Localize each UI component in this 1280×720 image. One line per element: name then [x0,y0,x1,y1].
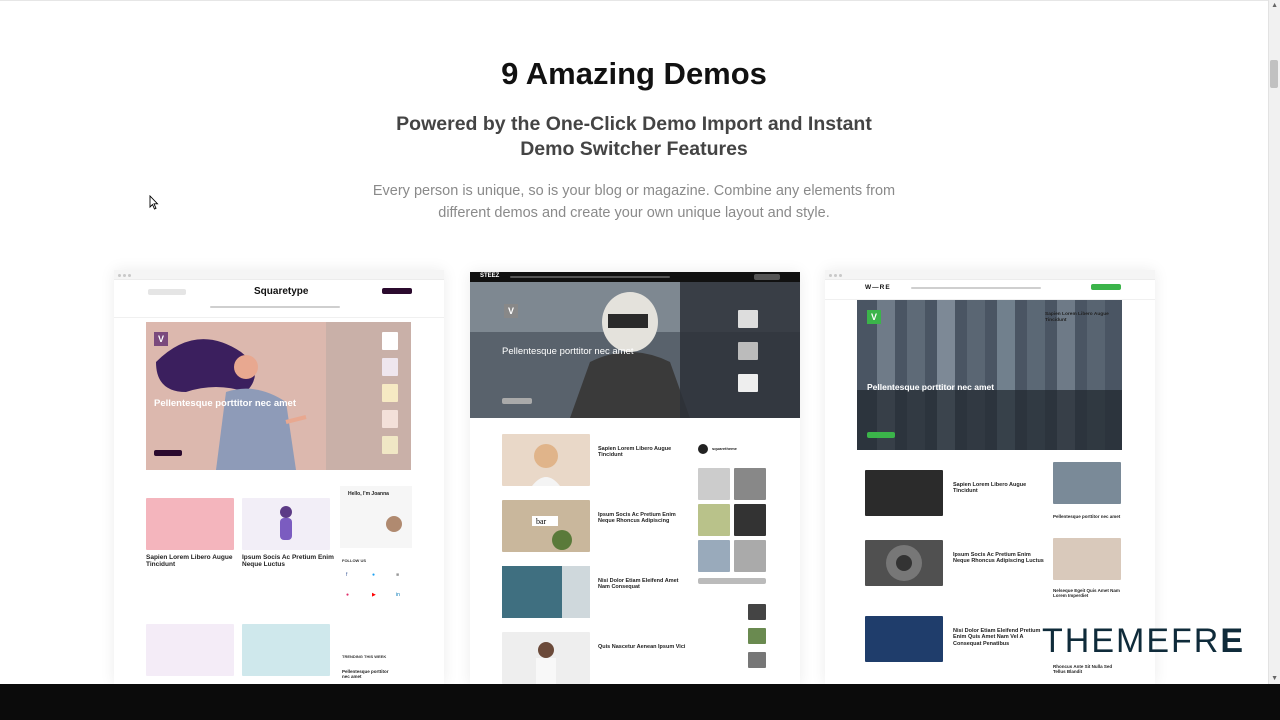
vertical-scrollbar[interactable]: ▲ ▼ [1268,0,1280,684]
mouse-cursor-icon [149,195,159,210]
hero-title[interactable]: Pellentesque porttitor nec amet [867,382,1037,392]
post-thumbnail[interactable]: bar [502,500,590,552]
post-title[interactable]: Quis Nascetur Aenean Ipsum Vici [598,644,690,650]
post-title[interactable]: Sapien Lorem Libero Augue Tincidunt [598,446,690,459]
hero-side-list [326,322,411,470]
side-post-title[interactable]: Pellentesque porttitor nec amet [1053,514,1123,519]
profile-name: squaretheme [712,446,737,451]
post-thumbnail[interactable] [502,566,590,618]
post-thumbnail[interactable] [1053,538,1121,580]
section-description: Every person is unique, so is your blog … [372,183,896,221]
side-post-title[interactable]: Sapien Lorem Libero Augue Tincidunt [1045,312,1125,323]
post-thumbnail[interactable] [146,624,234,676]
trending-label: TRENDING THIS WEEK [342,654,387,659]
browser-chrome [114,270,444,280]
scroll-up-icon[interactable]: ▲ [1271,2,1278,9]
post-thumbnail[interactable] [146,498,234,550]
side-post-title[interactable]: Nelseque Egeit Quis Amet Nam Lorem Imper… [1053,588,1123,598]
section-subtitle: Powered by the One-Click Demo Import and… [396,113,872,160]
hero-illustration [146,322,326,470]
subscribe-button[interactable] [382,288,412,294]
subscribe-button[interactable] [754,274,780,280]
avatar [698,444,708,454]
post-thumbnail[interactable] [502,632,590,684]
post-title[interactable]: Nisi Dolor Etiam Eleifend Amet Nam Conse… [598,578,690,591]
post-thumbnail[interactable] [242,498,330,550]
read-more-button[interactable] [502,398,532,404]
hero-post[interactable]: V Pellentesque porttitor nec amet [146,322,411,470]
social-icons [148,289,186,295]
themefree-watermark-logo: THEMEFRE [1042,622,1246,660]
social-follow-grid[interactable]: f ● ■ ● ▶ in [342,566,412,626]
demo-navbar: W—RE [825,280,1155,300]
post-thumbnail[interactable] [242,624,330,676]
scrollbar-thumb[interactable] [1270,60,1278,88]
subscribe-button[interactable] [1091,284,1121,290]
read-more-button[interactable] [154,450,182,456]
follow-label: FOLLOW US [342,558,366,563]
post-title[interactable]: Nisi Dolor Etiam Eleifend Pretium Enim Q… [953,628,1048,647]
svg-text:bar: bar [536,517,547,526]
author-widget-title: Hello, I'm Joanna [348,491,389,497]
demo-logo: W—RE [865,284,891,291]
post-title[interactable]: Ipsum Socis Ac Pretium Enim Neque Luctus [242,554,334,569]
side-post-title[interactable]: Rhoncus Ante Sit Nulla Sed Tellus Blandi… [1053,664,1123,674]
bottom-black-bar [0,684,1280,720]
post-thumbnail[interactable] [865,470,943,516]
post-thumbnail[interactable] [865,540,943,586]
post-thumbnail[interactable] [502,434,590,486]
top-divider [0,0,1268,1]
post-title[interactable]: Sapien Lorem Libero Augue Tincidunt [146,554,236,569]
instagram-grid[interactable] [698,468,768,578]
hero-badge: V [867,310,881,324]
section-title: 9 Amazing Demos [501,56,767,91]
browser-chrome [825,270,1155,280]
hero-title[interactable]: Pellentesque porttitor nec amet [154,398,314,409]
trending-item[interactable]: Pellentesque porttitor nec amet [342,669,392,679]
post-thumbnail[interactable] [865,616,943,662]
demo-navbar: STEEZ [470,272,800,282]
post-thumbnail[interactable] [1053,462,1121,504]
demo-preview-squaretype[interactable]: Squaretype V Pellentesque porttitor nec … [114,270,444,684]
hero-badge: V [154,332,168,346]
demo-logo: STEEZ [480,273,500,279]
scroll-down-icon[interactable]: ▼ [1271,675,1278,682]
menu-links[interactable] [210,306,340,308]
author-widget: Hello, I'm Joanna [340,486,412,548]
demo-navbar: Squaretype [114,280,444,318]
menu-links[interactable] [911,287,1041,289]
menu-links[interactable] [510,276,670,278]
hero-post[interactable]: V Pellentesque porttitor nec amet [470,282,800,418]
hero-badge: V [504,304,518,318]
demo-logo: Squaretype [254,286,309,297]
read-more-button[interactable] [867,432,895,438]
demo-preview-steez[interactable]: STEEZ V Pellentesque porttitor nec amet … [470,272,800,686]
post-title[interactable]: Sapien Lorem Libero Augue Tincidunt [953,482,1048,495]
hero-title[interactable]: Pellentesque porttitor nec amet [502,346,672,357]
post-title[interactable]: Ipsum Socis Ac Pretium Enim Neque Rhoncu… [953,552,1048,565]
post-title[interactable]: Ipsum Socis Ac Pretium Enim Neque Rhoncu… [598,512,690,525]
follow-button[interactable] [698,578,766,584]
